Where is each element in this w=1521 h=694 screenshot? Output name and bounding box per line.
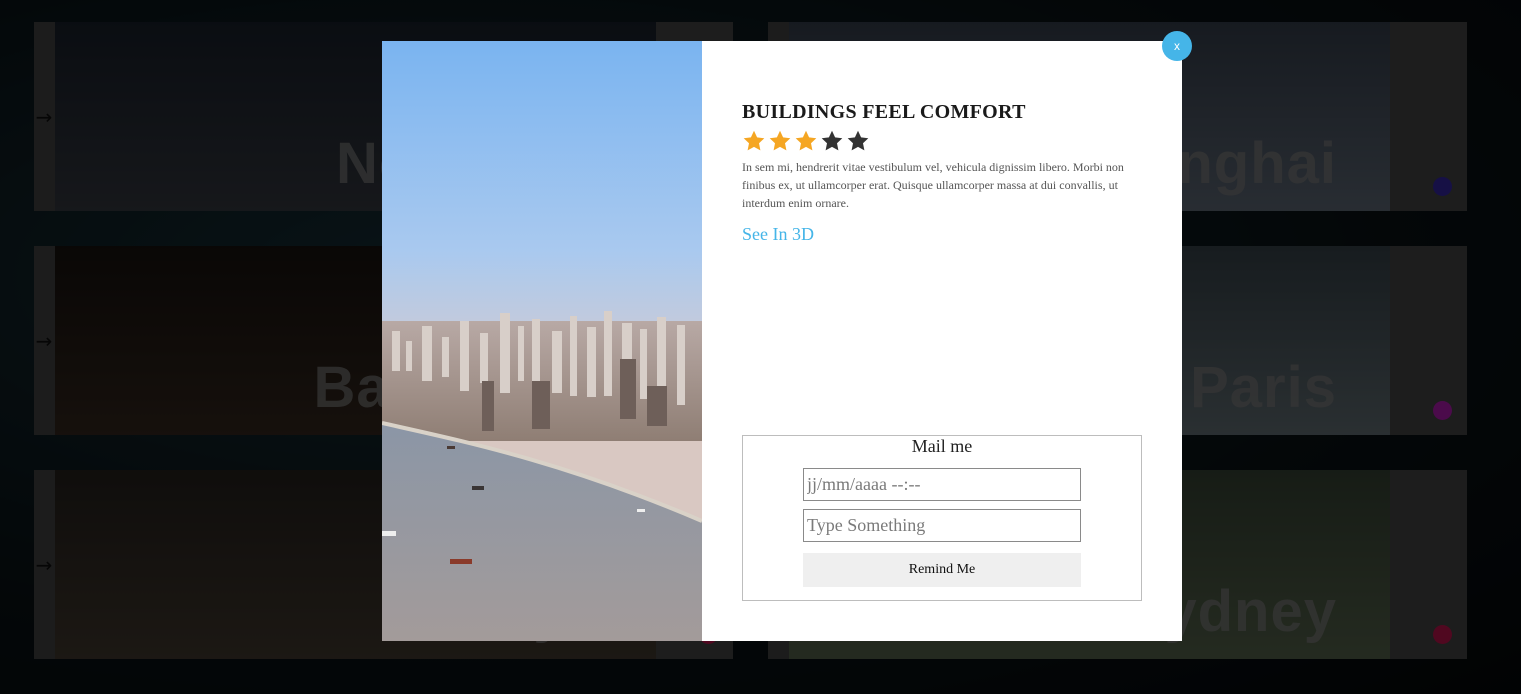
- city-photo: [382, 41, 702, 641]
- modal-title: BUILDINGS FEEL COMFORT: [742, 101, 1026, 123]
- remind-me-button[interactable]: Remind Me: [803, 553, 1081, 587]
- message-input[interactable]: [803, 509, 1081, 542]
- star-empty-icon: [847, 130, 869, 151]
- see-in-3d-link[interactable]: See In 3D: [742, 224, 814, 245]
- star-filled-icon: [795, 130, 817, 151]
- mail-form: Mail me Remind Me: [742, 435, 1142, 601]
- close-modal-button[interactable]: x: [1162, 31, 1192, 61]
- date-time-input[interactable]: [803, 468, 1081, 501]
- star-filled-icon: [769, 130, 791, 151]
- modal-content: BUILDINGS FEEL COMFORT In sem mi, hendre…: [702, 41, 1182, 641]
- star-empty-icon: [821, 130, 843, 151]
- modal-description: In sem mi, hendrerit vitae vestibulum ve…: [742, 160, 1124, 210]
- star-filled-icon: [743, 130, 765, 151]
- star-rating: [742, 128, 1142, 154]
- mail-form-legend: Mail me: [911, 436, 973, 456]
- modal-dialog: BUILDINGS FEEL COMFORT In sem mi, hendre…: [382, 41, 1182, 641]
